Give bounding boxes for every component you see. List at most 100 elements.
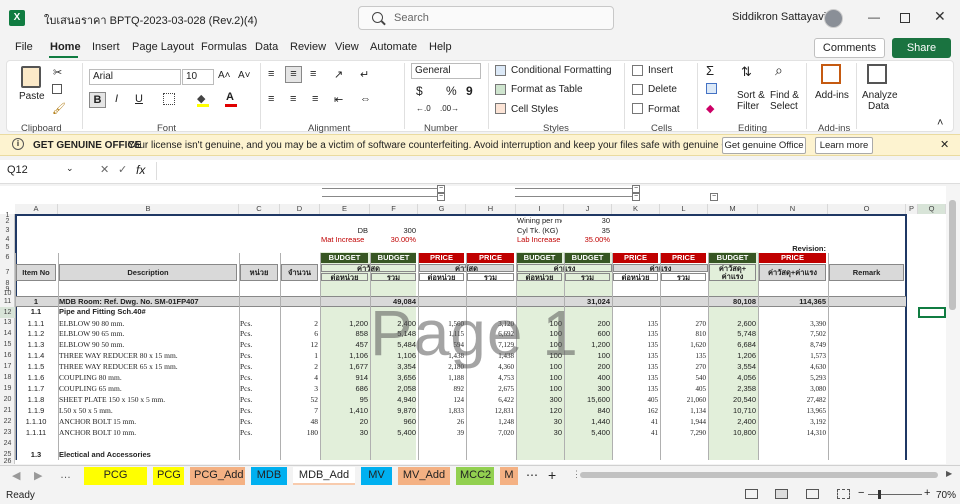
orientation-icon[interactable]: ↗ (334, 68, 343, 81)
column-header-o[interactable]: O (828, 204, 906, 214)
align-top-icon[interactable]: ≡ (268, 68, 274, 80)
column-header-j[interactable]: J (564, 204, 612, 214)
tab-home[interactable]: Home (50, 41, 81, 53)
row-header-20[interactable]: 20 (0, 394, 15, 405)
align-bottom-icon[interactable]: ≡ (310, 68, 316, 80)
tab-file[interactable]: File (15, 41, 33, 53)
accessibility-icon[interactable] (745, 489, 758, 499)
sheet-tab[interactable]: PCG (New) (84, 467, 147, 498)
wrap-text-icon[interactable]: ↵ (360, 68, 369, 81)
zoom-level[interactable]: 70% (936, 490, 956, 501)
increase-decimal-icon[interactable]: ←.0 (416, 104, 431, 113)
normal-view-icon[interactable] (775, 489, 788, 499)
fx-icon[interactable]: fx (136, 163, 145, 177)
column-header-f[interactable]: F (370, 204, 418, 214)
enter-icon[interactable]: ✓ (118, 163, 127, 176)
delete-cells-button[interactable]: Delete (648, 84, 677, 95)
align-center-icon[interactable]: ≡ (290, 93, 296, 105)
name-box-dropdown-icon[interactable]: ⌄ (66, 163, 74, 174)
column-header-e[interactable]: E (320, 204, 370, 214)
find-select-label-1[interactable]: Find & (770, 90, 799, 101)
vertical-scroll-thumb[interactable] (949, 200, 956, 310)
column-header-m[interactable]: M (708, 204, 758, 214)
outline-collapse-icon[interactable]: − (710, 193, 718, 201)
insert-cells-button[interactable]: Insert (648, 65, 673, 76)
tab-data[interactable]: Data (255, 41, 278, 53)
sheet-tab[interactable]: MV_Add (398, 467, 450, 485)
zoom-slider-thumb[interactable] (878, 490, 881, 499)
sheet-tab[interactable]: MDB_Add (293, 467, 355, 485)
font-color-icon[interactable]: A (226, 91, 234, 103)
close-icon[interactable]: ✕ (940, 138, 949, 151)
avatar[interactable] (824, 9, 843, 28)
grow-font-icon[interactable]: A˄ (218, 70, 231, 81)
underline-icon[interactable]: U (135, 93, 143, 105)
share-button[interactable]: Share (892, 38, 951, 58)
column-header-n[interactable]: N (758, 204, 828, 214)
analyze-data-label-1[interactable]: Analyze (862, 90, 898, 101)
paste-label[interactable]: Paste (19, 91, 45, 102)
cell-styles-button[interactable]: Cell Styles (511, 104, 558, 115)
fill-icon[interactable] (706, 83, 717, 94)
tab-review[interactable]: Review (290, 41, 326, 53)
merge-center-icon[interactable]: ⇔ (360, 93, 371, 105)
sheet-tab[interactable]: PCG_Add (190, 467, 245, 485)
row-header-12[interactable]: 12 (0, 307, 15, 318)
row-header-5[interactable]: 5 (0, 244, 15, 252)
comments-button[interactable]: Comments (814, 38, 885, 58)
outline-collapse-icon[interactable]: − (632, 193, 640, 201)
tab-insert[interactable]: Insert (92, 41, 120, 53)
collapse-ribbon-icon[interactable]: ˄ (937, 117, 943, 129)
column-header-h[interactable]: H (466, 204, 516, 214)
percent-icon[interactable]: % (446, 84, 457, 98)
autosum-icon[interactable]: Σ (706, 63, 714, 78)
tab-automate[interactable]: Automate (370, 41, 417, 53)
column-header-g[interactable]: G (418, 204, 466, 214)
format-as-table-button[interactable]: Format as Table (511, 84, 583, 95)
currency-icon[interactable]: $ (416, 84, 423, 98)
align-middle-icon[interactable]: ≡ (285, 66, 302, 83)
sort-filter-label-1[interactable]: Sort & (737, 90, 765, 101)
tab-help[interactable]: Help (429, 41, 452, 53)
format-painter-icon[interactable]: 🖌 (52, 102, 66, 115)
learn-more-button[interactable]: Learn more (815, 137, 873, 154)
column-header-d[interactable]: D (280, 204, 320, 214)
column-header-k[interactable]: K (612, 204, 660, 214)
sheet-overflow-icon[interactable]: ⋯ (526, 468, 538, 482)
row-header-22[interactable]: 22 (0, 416, 15, 427)
outline-collapse-icon[interactable]: − (632, 185, 640, 193)
align-right-icon[interactable]: ≡ (312, 93, 318, 105)
italic-icon[interactable]: I (115, 93, 118, 105)
search-box[interactable]: Search (358, 6, 614, 30)
row-header-16[interactable]: 16 (0, 350, 15, 361)
user-name[interactable]: Siddikron Sattayavinit (732, 11, 838, 23)
outline-collapse-icon[interactable]: − (437, 193, 445, 201)
sort-filter-label-2[interactable]: Filter (737, 101, 759, 112)
sheet-tab[interactable]: MCC2 (456, 467, 494, 485)
column-header-q[interactable]: Q (918, 204, 946, 214)
page-break-view-icon[interactable] (837, 489, 850, 499)
row-header-11[interactable]: 11 (0, 296, 15, 307)
zoom-out-icon[interactable]: − (858, 487, 864, 499)
next-sheet-icon[interactable]: ▶ (34, 469, 42, 482)
shrink-font-icon[interactable]: A˅ (238, 70, 251, 81)
align-left-icon[interactable]: ≡ (268, 93, 274, 105)
row-header-14[interactable]: 14 (0, 328, 15, 339)
more-sheets-icon[interactable]: … (60, 469, 71, 481)
column-header-l[interactable]: L (660, 204, 708, 214)
conditional-formatting-button[interactable]: Conditional Formatting (511, 65, 612, 76)
sheet-tab[interactable]: MV (361, 467, 392, 485)
row-header-7[interactable]: 7 (0, 264, 15, 281)
bold-icon[interactable]: B (89, 92, 106, 108)
horizontal-scroll-thumb[interactable] (580, 472, 938, 478)
row-header-17[interactable]: 17 (0, 361, 15, 372)
column-header-b[interactable]: B (58, 204, 239, 214)
column-header-c[interactable]: C (239, 204, 280, 214)
clear-icon[interactable]: ◆ (706, 102, 714, 115)
zoom-in-icon[interactable]: + (924, 487, 930, 499)
outline-collapse-icon[interactable]: − (437, 185, 445, 193)
paste-icon[interactable] (21, 66, 41, 88)
decrease-decimal-icon[interactable]: .00→ (440, 104, 459, 113)
row-header-21[interactable]: 21 (0, 405, 15, 416)
restore-icon[interactable] (900, 13, 910, 23)
